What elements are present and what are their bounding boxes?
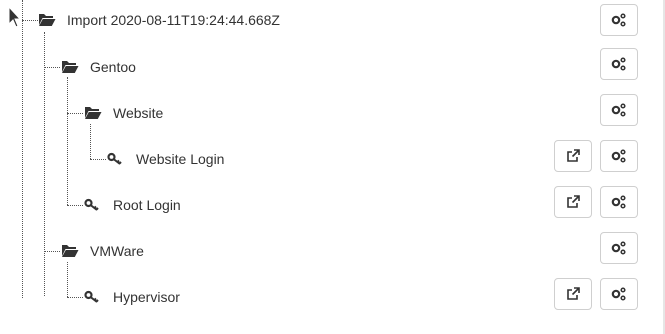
tree-node-vmware[interactable]: VMWare xyxy=(0,231,665,271)
tree-node-gentoo[interactable]: Gentoo xyxy=(0,47,665,87)
cogs-icon xyxy=(611,195,627,209)
external-link-icon xyxy=(566,149,580,163)
cogs-icon xyxy=(611,103,627,117)
tree-node-label[interactable]: Hypervisor xyxy=(113,287,180,307)
settings-button[interactable] xyxy=(600,186,638,218)
tree-node-label[interactable]: Website xyxy=(113,103,163,123)
settings-button[interactable] xyxy=(600,48,638,80)
key-icon xyxy=(107,152,125,166)
tree-node-label[interactable]: Gentoo xyxy=(90,57,136,77)
tree-node-label[interactable]: Root Login xyxy=(113,195,181,215)
folder-open-icon xyxy=(61,244,79,258)
tree-node-hypervisor[interactable]: Hypervisor xyxy=(0,277,665,317)
open-link-button[interactable] xyxy=(554,186,592,218)
folder-open-icon xyxy=(38,13,56,27)
key-icon xyxy=(84,198,102,212)
cogs-icon xyxy=(611,13,627,27)
external-link-icon xyxy=(566,195,580,209)
open-link-button[interactable] xyxy=(554,140,592,172)
cogs-icon xyxy=(611,241,627,255)
tree-node-root-login[interactable]: Root Login xyxy=(0,185,665,225)
cogs-icon xyxy=(611,149,627,163)
tree-node-label[interactable]: Website Login xyxy=(136,149,224,169)
folder-tree: Import 2020-08-11T19:24:44.668Z Gentoo W… xyxy=(0,0,665,334)
folder-open-icon xyxy=(84,106,102,120)
settings-button[interactable] xyxy=(600,232,638,264)
key-icon xyxy=(84,290,102,304)
settings-button[interactable] xyxy=(600,94,638,126)
settings-button[interactable] xyxy=(600,278,638,310)
settings-button[interactable] xyxy=(600,140,638,172)
external-link-icon xyxy=(566,287,580,301)
cogs-icon xyxy=(611,287,627,301)
tree-node-website-login[interactable]: Website Login xyxy=(0,139,665,179)
tree-node-label[interactable]: Import 2020-08-11T19:24:44.668Z xyxy=(67,10,280,30)
open-link-button[interactable] xyxy=(554,278,592,310)
tree-node-website[interactable]: Website xyxy=(0,93,665,133)
mouse-pointer-icon xyxy=(8,5,22,33)
tree-node-label[interactable]: VMWare xyxy=(90,241,144,261)
cogs-icon xyxy=(611,57,627,71)
tree-node-import[interactable]: Import 2020-08-11T19:24:44.668Z xyxy=(0,0,665,40)
folder-open-icon xyxy=(61,60,79,74)
settings-button[interactable] xyxy=(600,4,638,36)
